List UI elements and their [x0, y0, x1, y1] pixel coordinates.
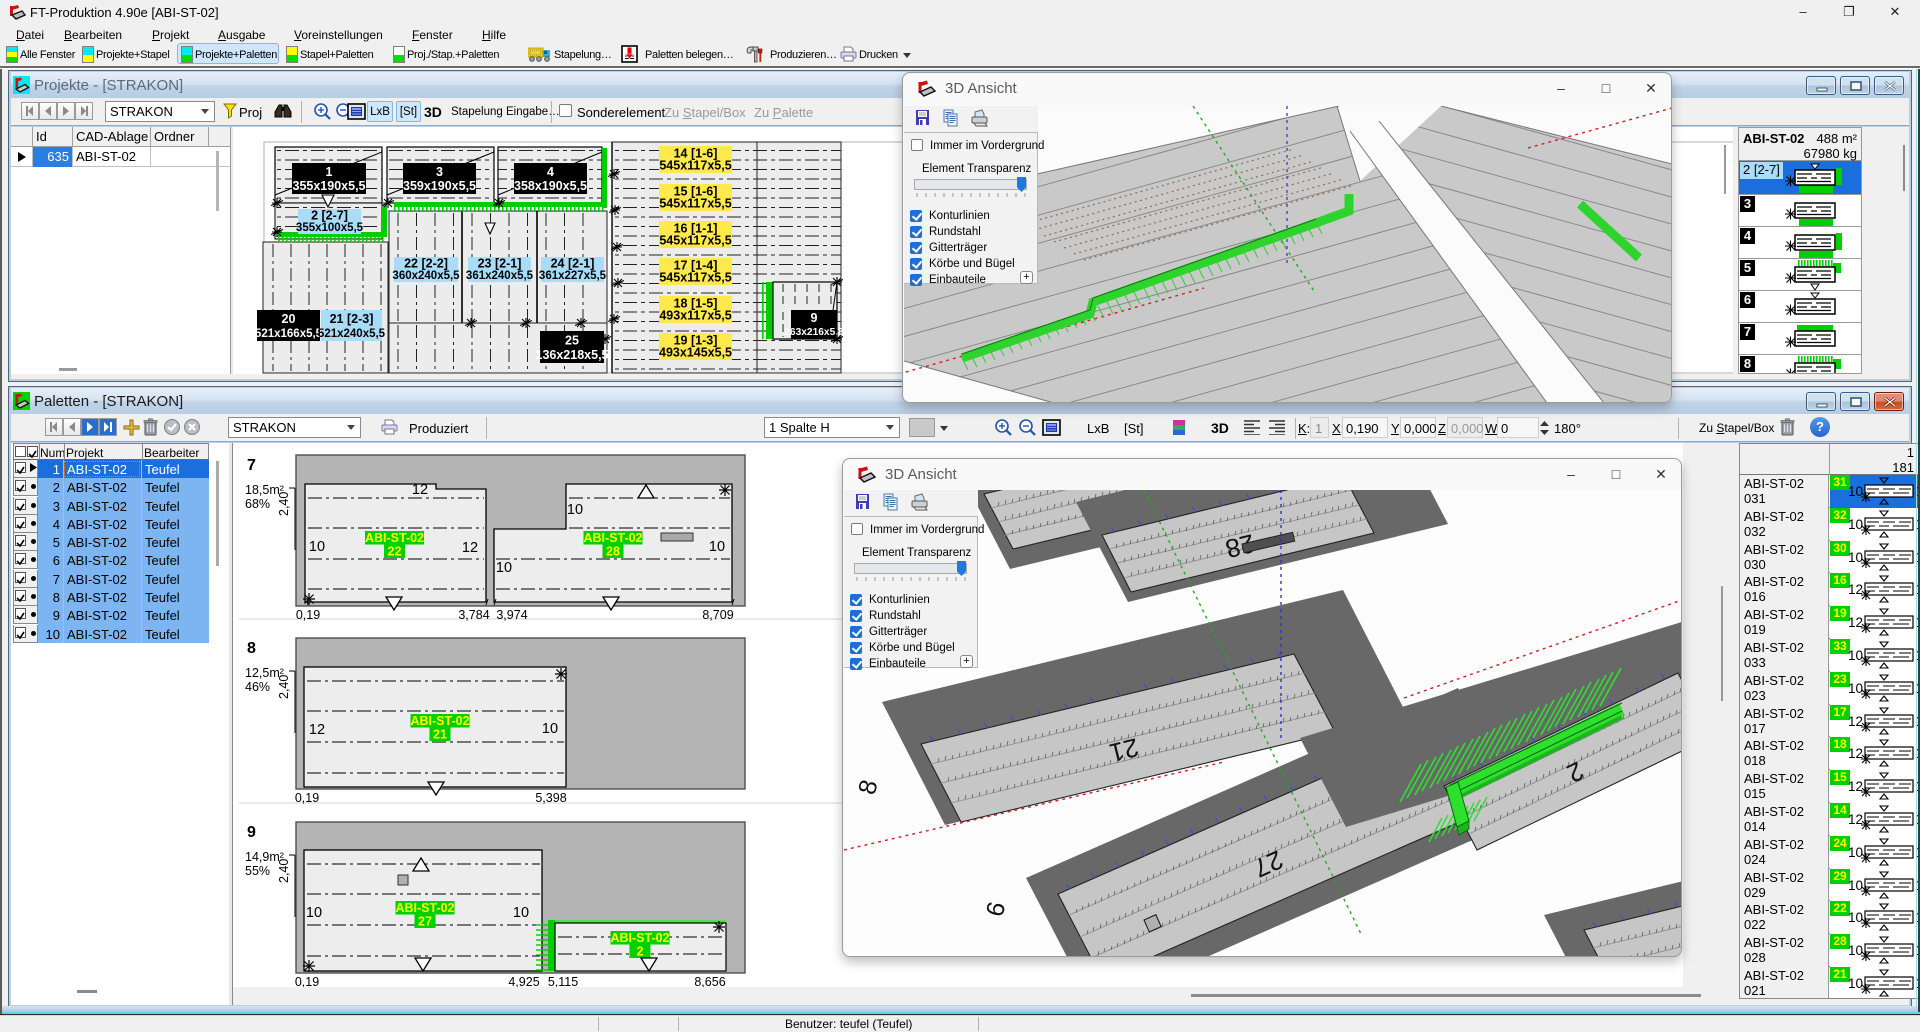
- svg-text:10: 10: [306, 905, 322, 921]
- svg-text:10: 10: [1848, 517, 1863, 532]
- svg-text:9: 9: [811, 311, 818, 325]
- svg-text:23 [2-1]: 23 [2-1]: [478, 257, 522, 271]
- svg-text:361x227x5,5: 361x227x5,5: [539, 270, 607, 282]
- svg-text:10: 10: [309, 539, 325, 555]
- svg-text:355x100x5,5: 355x100x5,5: [296, 222, 364, 234]
- svg-text:8,656: 8,656: [694, 975, 725, 987]
- svg-text:5,115: 5,115: [548, 975, 578, 987]
- svg-text:3,974: 3,974: [496, 608, 527, 622]
- svg-text:21: 21: [433, 728, 447, 742]
- svg-text:10: 10: [496, 560, 512, 576]
- svg-text:10: 10: [1848, 845, 1863, 860]
- svg-text:ABI-ST-02: ABI-ST-02: [365, 531, 424, 545]
- svg-text:10: 10: [1848, 550, 1863, 565]
- svg-text:355x190x5,5: 355x190x5,5: [293, 179, 366, 193]
- svg-text:8: 8: [247, 640, 256, 657]
- svg-text:521x166x5,5: 521x166x5,5: [255, 328, 323, 340]
- svg-text:545x117x5,5: 545x117x5,5: [659, 196, 731, 210]
- svg-text:ABI-ST-02: ABI-ST-02: [583, 531, 642, 545]
- svg-text:22: 22: [388, 545, 402, 559]
- svg-text:12: 12: [412, 482, 428, 498]
- svg-text:10: 10: [542, 721, 558, 737]
- svg-text:2,40: 2,40: [277, 859, 291, 883]
- svg-text:12: 12: [1848, 615, 1863, 630]
- svg-text:55%: 55%: [245, 864, 270, 878]
- svg-text:2 [2-7]: 2 [2-7]: [311, 209, 348, 223]
- svg-text:12: 12: [462, 540, 478, 556]
- svg-text:10: 10: [709, 539, 725, 555]
- svg-text:28: 28: [606, 545, 620, 559]
- svg-text:521x240x5,5: 521x240x5,5: [318, 328, 386, 340]
- svg-text:10: 10: [1848, 484, 1863, 499]
- svg-text:136x218x5,5: 136x218x5,5: [536, 348, 609, 362]
- svg-text:0,19: 0,19: [295, 791, 319, 805]
- svg-text:2: 2: [637, 945, 644, 959]
- svg-text:12: 12: [1848, 812, 1863, 827]
- svg-text:545x117x5,5: 545x117x5,5: [659, 270, 731, 284]
- svg-text:27: 27: [418, 915, 432, 929]
- svg-text:5,398: 5,398: [535, 791, 566, 805]
- svg-text:25: 25: [565, 333, 579, 347]
- svg-text:0,19: 0,19: [296, 608, 320, 622]
- svg-text:0,19: 0,19: [295, 975, 319, 987]
- svg-text:493x117x5,5: 493x117x5,5: [659, 308, 731, 322]
- svg-text:359x190x5,5: 359x190x5,5: [403, 179, 476, 193]
- svg-text:10: 10: [1848, 878, 1863, 893]
- svg-text:4: 4: [547, 165, 554, 179]
- svg-text:2,40: 2,40: [277, 675, 291, 699]
- svg-text:10: 10: [513, 905, 529, 921]
- svg-text:12: 12: [1848, 779, 1863, 794]
- svg-text:24 [2-1]: 24 [2-1]: [551, 257, 595, 271]
- svg-text:12: 12: [309, 722, 325, 738]
- svg-text:ABI-ST-02: ABI-ST-02: [410, 714, 469, 728]
- svg-text:10: 10: [1848, 681, 1863, 696]
- svg-text:68%: 68%: [245, 497, 270, 511]
- svg-text:20: 20: [282, 312, 296, 326]
- svg-text:21 [2-3]: 21 [2-3]: [330, 312, 374, 326]
- svg-text:545x117x5,5: 545x117x5,5: [659, 158, 731, 172]
- svg-text:22 [2-2]: 22 [2-2]: [404, 257, 448, 271]
- svg-text:3,784: 3,784: [458, 608, 489, 622]
- svg-text:9: 9: [247, 824, 256, 841]
- svg-text:8,709: 8,709: [702, 608, 733, 622]
- svg-text:ABI-ST-02: ABI-ST-02: [610, 931, 669, 945]
- svg-text:10: 10: [1848, 943, 1863, 958]
- svg-text:3: 3: [436, 165, 443, 179]
- svg-text:10: 10: [567, 502, 583, 518]
- svg-text:361x240x5,5: 361x240x5,5: [466, 270, 534, 282]
- svg-text:ABI-ST-02: ABI-ST-02: [395, 901, 454, 915]
- svg-text:10: 10: [1848, 910, 1863, 925]
- svg-text:10: 10: [1848, 648, 1863, 663]
- svg-text:12: 12: [1848, 714, 1863, 729]
- svg-text:12: 12: [1848, 582, 1863, 597]
- svg-text:360x240x5,5: 360x240x5,5: [392, 270, 460, 282]
- svg-text:7: 7: [247, 457, 256, 474]
- svg-text:493x145x5,5: 493x145x5,5: [659, 345, 732, 359]
- svg-text:10: 10: [1848, 976, 1863, 991]
- svg-text:1: 1: [326, 165, 333, 179]
- svg-text:358x190x5,5: 358x190x5,5: [514, 179, 587, 193]
- svg-text:545x117x5,5: 545x117x5,5: [659, 233, 731, 247]
- svg-text:2,40: 2,40: [277, 492, 291, 516]
- svg-text:4,925: 4,925: [508, 975, 539, 987]
- svg-text:12: 12: [1848, 746, 1863, 761]
- svg-text:46%: 46%: [245, 680, 270, 694]
